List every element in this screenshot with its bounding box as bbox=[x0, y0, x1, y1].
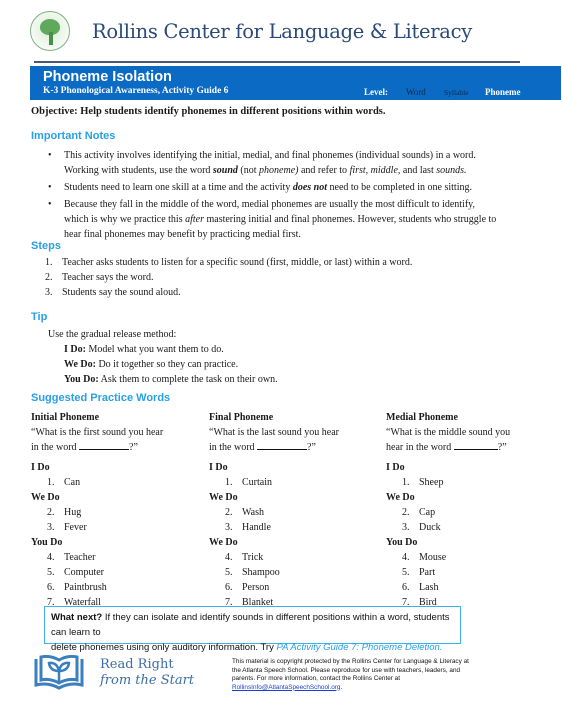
word-item: 5. Computer bbox=[47, 567, 104, 578]
what-next-lead: What next? bbox=[51, 612, 103, 623]
word-item: 4. Mouse bbox=[402, 552, 447, 563]
note-text: Students need to learn one skill at a ti… bbox=[64, 182, 472, 193]
answer-blank bbox=[257, 440, 308, 450]
group-label: You Do bbox=[386, 537, 418, 548]
tip-row: You Do: Ask them to complete the task on… bbox=[64, 374, 278, 385]
column-prompt: hear in the word ?” bbox=[386, 440, 507, 453]
note-item: Because they fall in the middle of the w… bbox=[48, 197, 548, 242]
steps-heading: Steps bbox=[31, 240, 61, 252]
word-item: 3. Fever bbox=[47, 522, 87, 533]
word-item: 3. Duck bbox=[402, 522, 441, 533]
what-next-text: If they can isolate and identify sounds … bbox=[51, 612, 450, 638]
group-label: I Do bbox=[386, 462, 405, 473]
word-item: 1. Curtain bbox=[225, 477, 272, 488]
column-prompt: “What is the first sound you hear bbox=[31, 427, 164, 438]
tip-intro: Use the gradual release method: bbox=[48, 329, 177, 340]
brand-title: Rollins Center for Language & Literacy bbox=[92, 19, 472, 43]
step-item: 2. Teacher says the word. bbox=[45, 272, 154, 283]
page-title: Phoneme Isolation bbox=[43, 69, 172, 85]
column-prompt: “What is the last sound you hear bbox=[209, 427, 339, 438]
group-label: We Do bbox=[209, 537, 238, 548]
note-text: Working with students, use the word soun… bbox=[64, 165, 467, 176]
word-item: 6. Lash bbox=[402, 582, 439, 593]
column-title: Initial Phoneme bbox=[31, 412, 100, 423]
important-notes-list: This activity involves identifying the i… bbox=[48, 148, 548, 242]
what-next-text: delete phonemes using only auditory info… bbox=[51, 642, 277, 653]
word-item: 1. Sheep bbox=[402, 477, 444, 488]
word-item: 6. Paintbrush bbox=[47, 582, 107, 593]
step-item: 1. Teacher asks students to listen for a … bbox=[45, 257, 413, 268]
group-label: I Do bbox=[209, 462, 228, 473]
note-text: Because they fall in the middle of the w… bbox=[64, 199, 476, 210]
wordmark-line: from the Start bbox=[100, 672, 195, 688]
group-label: You Do bbox=[31, 537, 63, 548]
title-bar: Phoneme Isolation K-3 Phonological Aware… bbox=[30, 66, 561, 100]
group-label: We Do bbox=[386, 492, 415, 503]
level-word: Word bbox=[406, 87, 426, 97]
word-item: 4. Trick bbox=[225, 552, 264, 563]
step-item: 3. Students say the sound aloud. bbox=[45, 287, 181, 298]
practice-heading: Suggested Practice Words bbox=[31, 392, 171, 404]
read-right-wordmark: Read Right from the Start bbox=[100, 657, 194, 689]
column-prompt: in the word ?” bbox=[209, 440, 316, 453]
word-item: 2. Hug bbox=[47, 507, 82, 518]
word-item: 5. Part bbox=[402, 567, 436, 578]
wordmark-line: Read Right bbox=[100, 656, 174, 672]
level-syllable: Syllable bbox=[444, 88, 469, 97]
practice-column-final: Final Phoneme “What is the last sound yo… bbox=[209, 410, 374, 610]
practice-column-initial: Initial Phoneme “What is the first sound… bbox=[31, 410, 196, 610]
group-label: I Do bbox=[31, 462, 50, 473]
column-prompt: “What is the middle sound you bbox=[386, 427, 511, 438]
tip-row: We Do: Do it together so they can practi… bbox=[64, 359, 239, 370]
steps-list: 1. Teacher asks students to listen for a … bbox=[45, 255, 412, 300]
word-item: 4. Teacher bbox=[47, 552, 96, 563]
word-item: 2. Cap bbox=[402, 507, 436, 518]
important-notes-heading: Important Notes bbox=[31, 130, 116, 142]
page-subtitle: K-3 Phonological Awareness, Activity Gui… bbox=[43, 86, 229, 96]
group-label: We Do bbox=[209, 492, 238, 503]
copyright-text: the Atlanta Speech School. Please reprod… bbox=[232, 666, 461, 674]
copyright-text: parents. For more information, contact t… bbox=[232, 675, 401, 682]
column-title: Medial Phoneme bbox=[386, 412, 458, 423]
tip-heading: Tip bbox=[31, 311, 48, 323]
answer-blank bbox=[79, 440, 130, 450]
note-text: This activity involves identifying the i… bbox=[64, 150, 476, 161]
level-phoneme-active: Phoneme bbox=[485, 87, 521, 97]
next-guide-link[interactable]: PA Activity Guide 7: Phoneme Deletion. bbox=[277, 642, 443, 653]
column-title: Final Phoneme bbox=[209, 412, 274, 423]
group-label: We Do bbox=[31, 492, 60, 503]
word-item: 1. Can bbox=[47, 477, 81, 488]
word-item: 3. Handle bbox=[225, 522, 271, 533]
note-text: which is why we practice this after mast… bbox=[64, 214, 497, 225]
answer-blank bbox=[453, 440, 498, 450]
objective: Objective: Help students identify phonem… bbox=[31, 106, 386, 117]
note-text: hear final phonemes may benefit by pract… bbox=[64, 229, 301, 240]
column-prompt: in the word ?” bbox=[31, 440, 138, 453]
copyright-notice: This material is copyright protected by … bbox=[232, 658, 492, 692]
read-right-logo: Read Right from the Start bbox=[34, 655, 194, 690]
copyright-text: This material is copyright protected by … bbox=[232, 658, 469, 665]
what-next-box: What next? If they can isolate and ident… bbox=[44, 606, 461, 653]
note-item: This activity involves identifying the i… bbox=[48, 148, 548, 178]
note-item: Students need to learn one skill at a ti… bbox=[48, 180, 548, 195]
tree-seal-icon bbox=[30, 11, 70, 51]
word-item: 5. Shampoo bbox=[225, 567, 280, 578]
contact-email-link[interactable]: RollinsInfo@AtlantaSpeechSchool.org bbox=[232, 684, 340, 691]
word-item: 6. Person bbox=[225, 582, 270, 593]
header-divider bbox=[34, 61, 520, 63]
level-label: Level: bbox=[364, 87, 388, 97]
tip-row: I Do: Model what you want them to do. bbox=[64, 344, 224, 355]
practice-column-medial: Medial Phoneme “What is the middle sound… bbox=[386, 410, 551, 610]
open-book-sprout-icon bbox=[34, 655, 84, 690]
page-header: Rollins Center for Language & Literacy bbox=[30, 6, 472, 56]
tip-content: Use the gradual release method: I Do: Mo… bbox=[48, 327, 278, 387]
word-item: 2. Wash bbox=[225, 507, 264, 518]
